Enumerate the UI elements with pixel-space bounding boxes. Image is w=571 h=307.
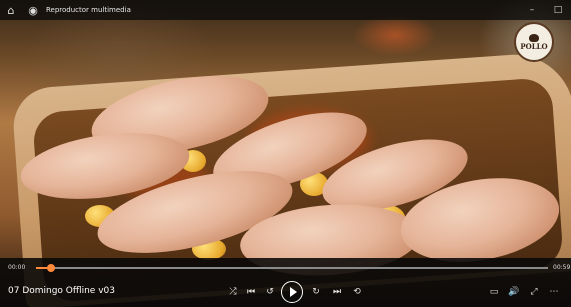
transport-controls-bar: 00:00 00:59 07 Domingo Offline v03 ⤮ ⏮ ↺… bbox=[0, 258, 571, 307]
seek-bar[interactable] bbox=[36, 264, 548, 272]
media-player-icon: ◉ bbox=[28, 3, 38, 17]
rewind-button[interactable]: ↺ bbox=[260, 284, 280, 300]
volume-button[interactable]: 🔊 bbox=[504, 284, 524, 300]
minimize-button[interactable]: – bbox=[519, 0, 545, 20]
window-title: Reproductor multimedia bbox=[46, 6, 131, 14]
forward-button[interactable]: ↻ bbox=[306, 284, 326, 300]
brand-watermark-text: POLLO bbox=[520, 42, 548, 51]
media-title: 07 Domingo Offline v03 bbox=[8, 286, 115, 296]
seek-bar-thumb[interactable] bbox=[47, 264, 56, 272]
play-button[interactable] bbox=[281, 281, 303, 303]
more-options-button[interactable]: ⋯ bbox=[544, 284, 564, 300]
shuffle-button[interactable]: ⤮ bbox=[223, 284, 243, 300]
play-icon bbox=[289, 287, 297, 297]
previous-button[interactable]: ⏮ bbox=[241, 284, 261, 300]
media-player-window: ⌂ ◉ Reproductor multimedia – □ POLLO 00:… bbox=[0, 0, 571, 307]
home-icon[interactable]: ⌂ bbox=[0, 0, 22, 20]
repeat-button[interactable]: ⟲ bbox=[347, 284, 367, 300]
title-bar: ⌂ ◉ Reproductor multimedia – □ bbox=[0, 0, 571, 20]
brand-watermark-logo: POLLO bbox=[514, 22, 554, 62]
next-button[interactable]: ⏭ bbox=[327, 284, 347, 300]
miniplayer-button[interactable]: ▭ bbox=[484, 284, 504, 300]
fullscreen-button[interactable]: ⤢ bbox=[524, 284, 544, 300]
total-duration: 00:59 bbox=[553, 264, 571, 271]
maximize-button[interactable]: □ bbox=[545, 0, 571, 20]
chicken-icon bbox=[529, 34, 539, 42]
current-time: 00:00 bbox=[8, 264, 26, 271]
